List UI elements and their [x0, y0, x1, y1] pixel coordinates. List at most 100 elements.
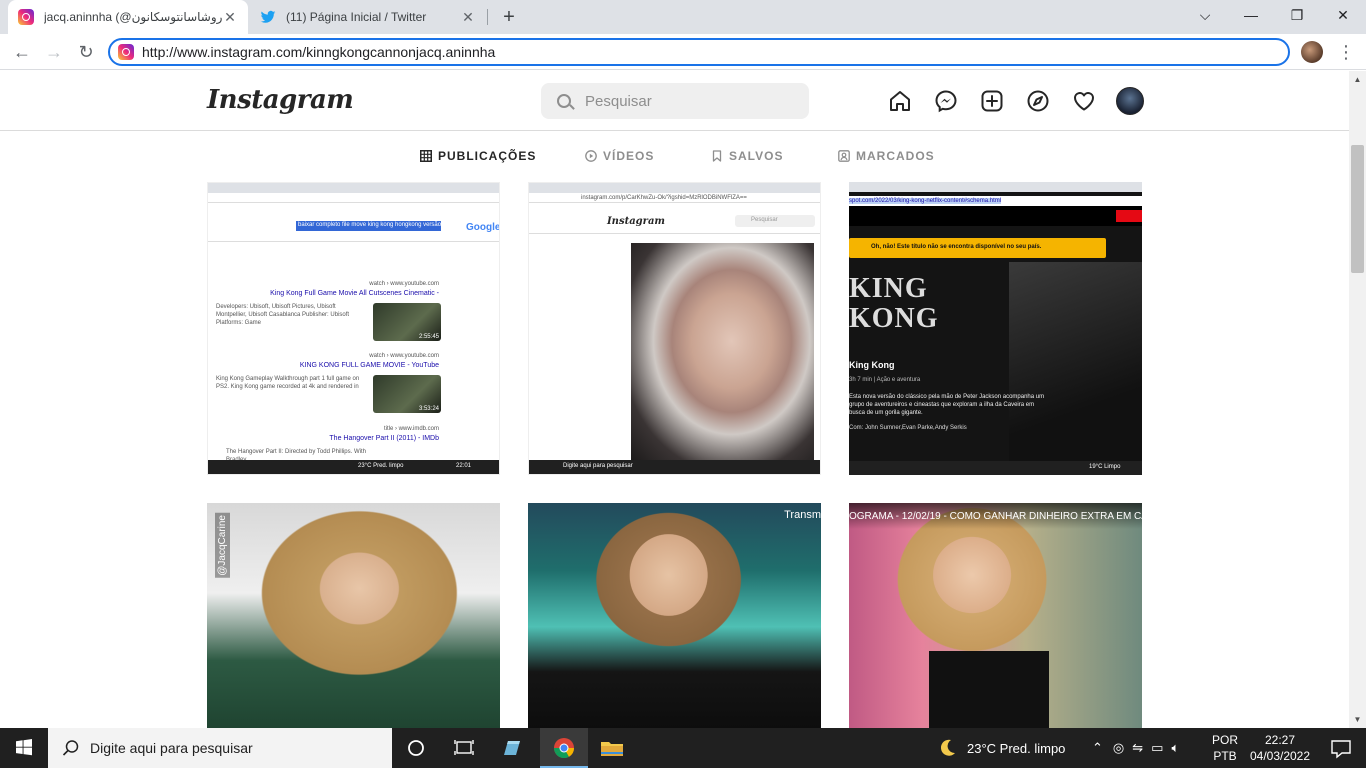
tab-videos[interactable]: VÍDEOS [585, 149, 654, 163]
search-input[interactable] [585, 92, 785, 110]
video-play-icon [585, 150, 597, 162]
volume-icon[interactable]: 🔈︎ [1171, 740, 1179, 756]
tab-twitter[interactable]: (11) Página Inicial / Twitter ✕ [250, 0, 486, 34]
chrome-icon [553, 738, 575, 759]
search-icon [557, 94, 571, 108]
activity-heart-icon[interactable] [1072, 89, 1096, 113]
search-icon [62, 740, 79, 756]
tab-label: PUBLICAÇÕES [438, 149, 537, 163]
language-indicator[interactable]: POR PTB [1212, 728, 1238, 768]
post-taskbar: Digite aqui para pesquisar [529, 460, 820, 474]
tab-salvos[interactable]: SALVOS [711, 149, 783, 163]
tab-label: MARCADOS [856, 149, 935, 163]
post-photo[interactable]: @JacqCarine [207, 503, 500, 728]
result-thumbnail: 3:53:24 [373, 375, 441, 413]
reload-button[interactable]: ↻ [74, 40, 98, 64]
windows-logo-icon [16, 739, 32, 756]
new-post-icon[interactable] [980, 89, 1004, 113]
instagram-favicon-icon [18, 9, 34, 25]
result-snippet: King Kong Gameplay Walkthrough part 1 fu… [216, 376, 360, 390]
taskbar-app-chrome[interactable] [540, 728, 588, 768]
tab-label: VÍDEOS [603, 149, 655, 163]
post-photo[interactable]: Transm [528, 503, 821, 728]
post-photo[interactable]: OGRAMA - 12/02/19 - COMO GANHAR DINHEIRO… [849, 503, 1142, 728]
tab-instagram[interactable]: jacq.aninnha (@روشاسانتوسكانون) ✕ [8, 0, 248, 34]
address-bar[interactable]: http://www.instagram.com/kinngkongcannon… [108, 38, 1290, 66]
post-address-bar [208, 193, 499, 203]
page-scrollbar[interactable]: ▲ ▼ [1349, 71, 1366, 728]
profile-avatar[interactable] [1116, 87, 1144, 115]
notifications-button[interactable] [1316, 728, 1364, 768]
system-clock[interactable]: 22:27 04/03/2022 [1249, 732, 1311, 764]
post-netflix-screenshot[interactable]: spot.com/2022/03/king-kong-netflix-conte… [849, 182, 1142, 475]
webcam-icon[interactable]: ◎ [1113, 740, 1124, 756]
post-browser-tabs [208, 183, 499, 193]
post-address-bar: instagram.com/p/CarKhwZu-Ok/?igshid=MzRl… [529, 193, 820, 203]
network-icon[interactable]: ⇋ [1132, 740, 1143, 756]
tab-title: jacq.aninnha (@روشاسانتوسكانون) [44, 10, 222, 24]
post-unavailable-banner: Oh, não! Este título não se encontra dis… [849, 238, 1106, 258]
notes-app-icon [504, 741, 520, 755]
tab-publicacoes[interactable]: PUBLICAÇÕES [420, 149, 536, 163]
post-overlay-text: Transm [784, 509, 821, 521]
back-button[interactable]: ← [10, 40, 34, 64]
monitor-icon[interactable]: ▭ [1151, 740, 1163, 756]
taskbar-search[interactable]: Digite aqui para pesquisar [48, 728, 392, 768]
folder-icon [601, 742, 623, 756]
start-button[interactable] [0, 728, 48, 768]
clock-time: 22:27 [1264, 733, 1296, 747]
task-view-icon [454, 740, 474, 755]
taskbar-app-file-explorer[interactable] [588, 728, 636, 768]
post-title-art: KING KONG [849, 273, 939, 334]
cortana-circle-icon [408, 740, 424, 756]
post-google-screenshot[interactable]: baixar completo file move king kong hong… [207, 182, 500, 475]
post-overlay-text: OGRAMA - 12/02/19 - COMO GANHAR DINHEIRO… [849, 511, 1142, 522]
twitter-favicon-icon [260, 9, 276, 25]
post-portrait-photo [631, 243, 814, 461]
browser-tab-strip: jacq.aninnha (@روشاسانتوسكانون) ✕ (11) P… [0, 0, 1366, 34]
explore-icon[interactable] [1026, 89, 1050, 113]
post-address-bar: spot.com/2022/03/king-kong-netflix-conte… [849, 196, 1142, 206]
post-netflix-nav [849, 206, 1142, 226]
chevron-up-icon[interactable]: ⌃ [1092, 740, 1103, 756]
search-box[interactable] [541, 83, 809, 119]
tab-title: (11) Página Inicial / Twitter [286, 10, 427, 24]
post-synopsis: Esta nova versão do clássico pela mão de… [849, 394, 1045, 416]
messenger-icon[interactable] [934, 89, 958, 113]
weather-widget[interactable]: 23°C Pred. limpo [936, 728, 1065, 768]
result-source: watch › www.youtube.com [369, 353, 439, 359]
task-view-button[interactable] [440, 728, 488, 768]
cortana-button[interactable] [392, 728, 440, 768]
taskbar-app-notes[interactable] [488, 728, 536, 768]
result-title: KING KONG FULL GAME MOVIE - YouTube [299, 362, 439, 369]
instagram-logo[interactable]: Instagram [207, 85, 354, 115]
browser-toolbar: ← → ↻ http://www.instagram.com/kinngkong… [0, 34, 1366, 70]
close-tab-icon[interactable]: ✕ [460, 9, 476, 26]
restore-button[interactable]: ❐ [1274, 0, 1320, 30]
post-watermark: @JacqCarine [215, 513, 230, 578]
instagram-header: Instagram [0, 71, 1349, 131]
tab-marcados[interactable]: MARCADOS [838, 149, 935, 163]
result-source: title › www.imdb.com [383, 426, 439, 432]
post-google-logo: Google [466, 222, 500, 233]
moon-icon [940, 739, 955, 756]
close-tab-icon[interactable]: ✕ [222, 9, 238, 26]
minimize-button[interactable]: — [1228, 0, 1274, 30]
windows-taskbar: Digite aqui para pesquisar 23°C Pred. li… [0, 728, 1366, 768]
screen: jacq.aninnha (@روشاسانتوسكانون) ✕ (11) P… [0, 0, 1366, 768]
post-instagram-screenshot[interactable]: instagram.com/p/CarKhwZu-Ok/?igshid=MzRl… [528, 182, 821, 475]
scroll-thumb[interactable] [1351, 145, 1364, 273]
home-icon[interactable] [888, 89, 912, 113]
tab-search-button[interactable]: ⌵ [1182, 0, 1228, 30]
notification-icon [1331, 740, 1351, 759]
scroll-down-arrow-icon[interactable]: ▼ [1349, 711, 1366, 728]
close-window-button[interactable]: ✕ [1320, 0, 1366, 30]
grid-icon [420, 150, 432, 162]
browser-menu-icon[interactable]: ⋮ [1336, 40, 1356, 64]
post-taskbar: 19°C Limpo [849, 461, 1142, 475]
scroll-up-arrow-icon[interactable]: ▲ [1349, 71, 1366, 88]
weather-text: 23°C Pred. limpo [967, 740, 1066, 756]
new-tab-button[interactable]: + [498, 6, 520, 28]
browser-profile-avatar[interactable] [1301, 41, 1323, 63]
forward-button[interactable]: → [42, 40, 66, 64]
